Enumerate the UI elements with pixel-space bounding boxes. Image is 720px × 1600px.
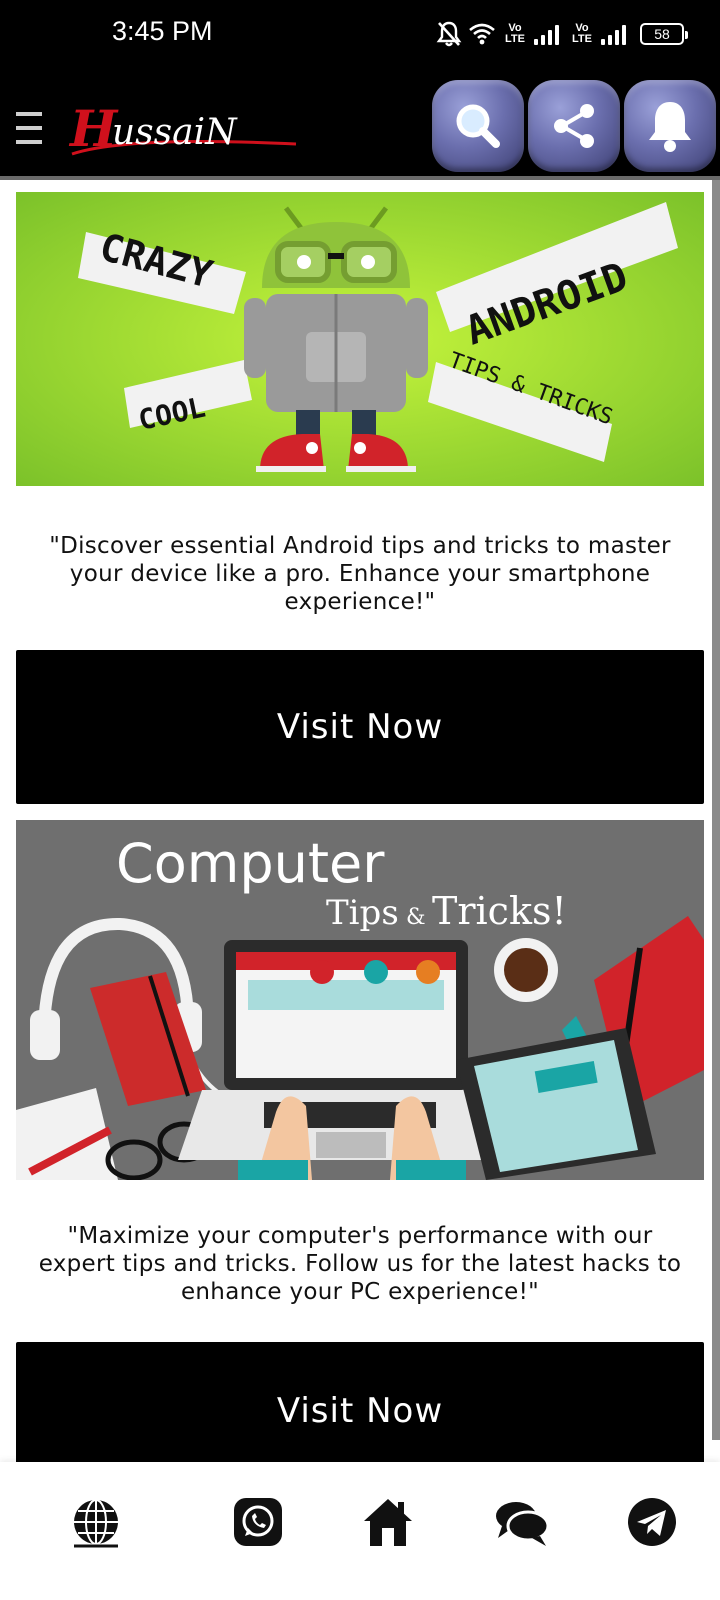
banner-subtitle-tips: Tips [326,893,399,933]
globe-icon [74,1499,118,1548]
app-header: H ussaiN [0,68,720,178]
volte-label-2: Vo LTE [572,22,592,45]
home-icon [364,1499,412,1546]
svg-text:ussaiN: ussaiN [112,112,238,153]
signal-icon [534,23,559,45]
bell-icon [649,102,691,152]
computer-banner-art: Computer Tips & Tricks! [16,820,704,1180]
bell-off-icon [436,21,462,47]
laptop-illustration [178,940,514,1160]
visit-now-button-computer[interactable]: Visit Now [16,1342,704,1480]
volte-label-1: Vo LTE [505,22,525,45]
nav-home[interactable] [360,1494,416,1550]
nav-telegram[interactable] [624,1494,680,1550]
status-bar: 3:45 PM Vo LTE Vo LTE 58 [0,0,720,68]
chat-icon [496,1502,550,1546]
header-divider [0,176,720,180]
banner-subtitle-amp: & [406,905,426,930]
nav-website[interactable] [68,1494,124,1550]
android-tips-banner[interactable]: CRAZY ANDROID COOL TIPS & TRICKS [16,192,704,486]
nav-whatsapp[interactable] [230,1494,286,1550]
status-time: 3:45 PM [112,16,213,46]
scrollbar[interactable] [712,180,720,1440]
share-icon [554,104,594,148]
share-button[interactable] [528,80,620,172]
banner-title-computer: Computer [116,832,385,895]
telegram-icon [628,1498,676,1546]
computer-tips-banner[interactable]: Computer Tips & Tricks! [16,820,704,1180]
android-banner-art: CRAZY ANDROID COOL TIPS & TRICKS [16,192,704,486]
bottom-navigation [0,1462,720,1600]
notification-button[interactable] [624,80,716,172]
nav-chat[interactable] [494,1494,550,1550]
computer-description: "Maximize your computer's performance wi… [38,1223,682,1305]
search-button[interactable] [432,80,524,172]
coffee-cup-illustration [494,938,558,1002]
signal-icon [601,23,626,45]
search-icon [456,104,500,148]
visit-now-button-android[interactable]: Visit Now [16,650,704,804]
menu-icon[interactable] [16,112,42,144]
battery-level: 58 [654,26,670,42]
status-icons: Vo LTE Vo LTE 58 [436,16,688,52]
banner-subtitle-tricks: Tricks! [432,889,567,933]
wifi-icon [469,23,495,45]
whatsapp-icon [234,1498,282,1546]
android-description: "Discover essential Android tips and tri… [49,533,671,615]
battery-icon: 58 [640,23,688,45]
logo[interactable]: H ussaiN [66,96,316,166]
